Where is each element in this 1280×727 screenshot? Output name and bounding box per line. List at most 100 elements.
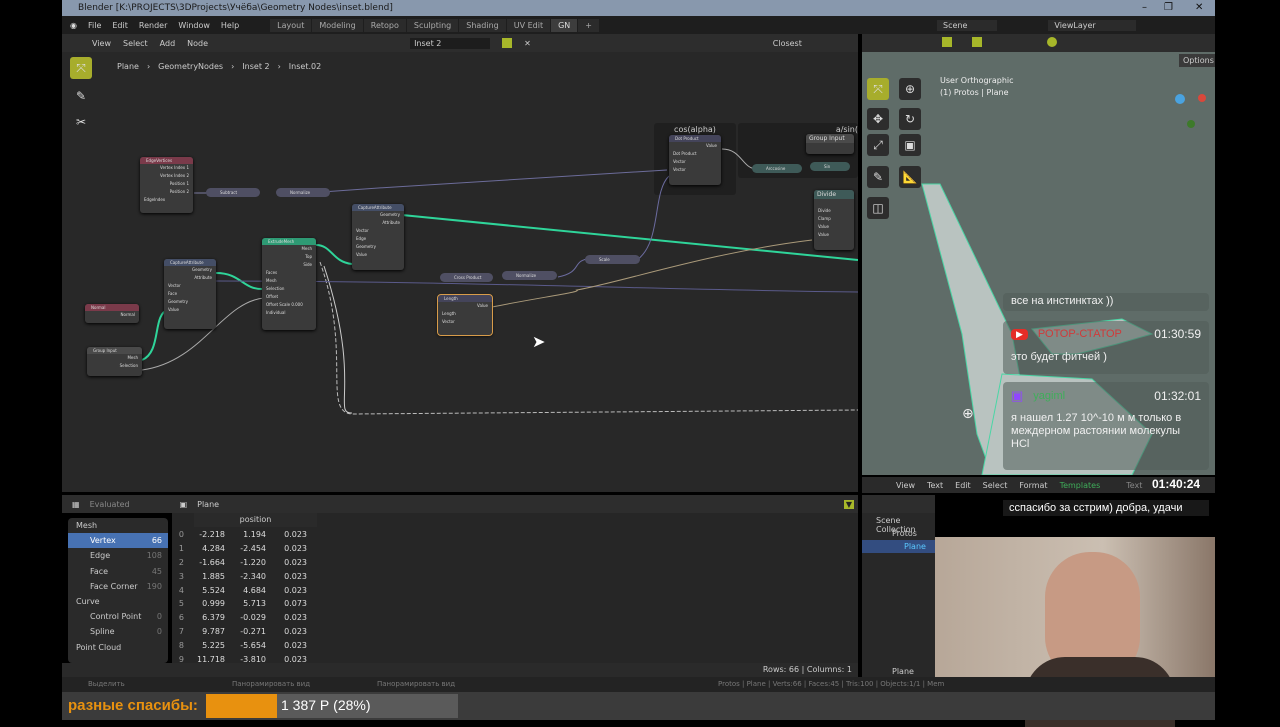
node-menu-node[interactable]: Node [187,39,208,48]
tab-sculpting[interactable]: Sculpting [406,18,460,32]
rotate-tool-icon[interactable]: ↻ [899,108,921,130]
socket-label: EdgeIndex [144,197,166,202]
dropdown[interactable]: Vector [352,227,404,235]
spreadsheet-table[interactable]: position 0 -2.218 1.194 0.023 1 4.284 -2.454 0.… [172,513,858,665]
mode-dropdown[interactable]: Faces [262,269,316,277]
node-dot-product[interactable]: Dot Product Value Dot Product Vector Vec… [669,135,721,185]
domain-point-cloud[interactable]: Point Cloud [68,640,168,655]
domain-mesh[interactable]: Mesh [68,518,168,533]
domain-face-corner[interactable]: Face Corner 190 [68,579,168,594]
annotate-tool-icon[interactable]: ✎ [867,166,889,188]
menu-render[interactable]: Render [139,21,167,30]
outliner-item-protos[interactable]: Protos [862,527,935,540]
node-subtract[interactable]: Subtract [206,188,260,197]
socket-label: Offset [266,294,279,299]
add-workspace-button[interactable]: + [578,18,600,32]
domain-vertex[interactable]: Vertex 66 [68,533,168,549]
close-button[interactable]: ✕ [1195,0,1203,16]
tab-shading[interactable]: Shading [459,18,507,32]
overlay-icon[interactable] [972,37,982,47]
dropdown[interactable]: Face [164,290,216,298]
text-menu-text[interactable]: Text [927,481,943,490]
text-menu-edit[interactable]: Edit [955,481,971,490]
node-menu-select[interactable]: Select [123,39,148,48]
dropdown[interactable]: Edge [352,235,404,243]
node-normalize-2[interactable]: Normalize [502,271,557,280]
node-divide[interactable]: Divide Divide Clamp Value Value [814,190,854,250]
node-arccosine[interactable]: Arccosine [752,164,802,173]
filter-icon[interactable]: ▼ [843,499,854,509]
tab-uv-edit[interactable]: UV Edit [506,18,552,32]
node-editor-canvas[interactable]: ⤧ ✎ ✂ Plane › GeometryNodes › Inset 2 › Ins… [62,52,858,492]
text-menu-view[interactable]: View [896,481,915,490]
operation-dropdown[interactable]: Dot Product [669,150,721,158]
node-group-input-2[interactable]: Group Input [806,134,854,154]
socket-label: Geometry [192,267,212,272]
node-tree-selector[interactable]: Inset 2 [410,37,491,49]
tab-gn[interactable]: GN [551,18,579,32]
clamp-checkbox[interactable]: Clamp [814,215,854,223]
cursor-tool-icon[interactable]: ⊕ [899,78,921,100]
node-cross-product[interactable]: Cross Product [440,273,493,282]
node-sin[interactable]: Sin [810,162,850,171]
maximize-button[interactable]: ❐ [1164,0,1173,16]
tab-retopo[interactable]: Retopo [363,18,407,32]
menu-edit[interactable]: Edit [112,21,128,30]
domain-control-point[interactable]: Control Point 0 [68,609,168,624]
text-menu-select[interactable]: Select [983,481,1008,490]
node-scale[interactable]: Scale [585,255,640,264]
node-edge-vertices[interactable]: EdgeVertices Vertex Index 1 Vertex Index… [140,157,193,213]
domain-spline[interactable]: Spline 0 [68,624,168,639]
text-menu-format[interactable]: Format [1019,481,1047,490]
editor-type-icon[interactable]: ▦ [72,500,80,509]
tab-layout[interactable]: Layout [270,18,313,32]
fake-user-shield-icon[interactable] [502,38,513,48]
operation-dropdown[interactable]: Length [438,310,492,318]
individual-checkbox[interactable]: Individual [262,309,316,317]
text-menu-templates[interactable]: Templates [1060,481,1101,490]
move-tool-icon[interactable]: ✥ [867,108,889,130]
node-menu-add[interactable]: Add [160,39,176,48]
measure-tool-icon[interactable]: 📐 [899,166,921,188]
outliner-item-plane[interactable]: Plane [862,540,935,553]
dropdown[interactable]: Vector [164,282,216,290]
node-capture-attribute-1[interactable]: CaptureAttribute Geometry Attribute Vect… [164,259,216,329]
navigation-gizmo-x[interactable] [1198,94,1206,102]
transform-orientation-icon[interactable] [942,37,952,47]
node-group-input[interactable]: Group Input Mesh Selection [87,347,142,376]
transform-tool-icon[interactable]: ▣ [899,134,921,156]
select-box-tool-icon[interactable]: ⤧ [867,78,889,100]
snap-selector[interactable]: Closest [773,39,802,48]
node-extrude-mesh[interactable]: ExtrudeMesh Mesh Top Side Faces Mesh Sel… [262,238,316,330]
scene-selector[interactable]: Scene [937,19,998,31]
evaluation-mode-dropdown[interactable]: Evaluated [90,500,170,509]
minimize-button[interactable]: – [1142,0,1147,16]
domain-edge[interactable]: Edge 108 [68,548,168,563]
operation-dropdown[interactable]: Divide [814,207,854,215]
offset-scale-field[interactable]: Offset Scale 0.000 [262,301,316,309]
domain-curve[interactable]: Curve [68,594,168,609]
navigation-gizmo-y[interactable] [1187,120,1195,128]
blender-logo-icon[interactable]: ◉ [70,21,77,30]
node-menu-view[interactable]: View [92,39,111,48]
add-cube-tool-icon[interactable]: ◫ [867,197,889,219]
menu-file[interactable]: File [88,21,101,30]
scale-tool-icon[interactable]: ⤢ [867,134,889,156]
node-normalize[interactable]: Normalize [276,188,330,197]
close-icon[interactable]: ✕ [524,39,531,48]
node-normal[interactable]: Normal Normal [85,304,139,323]
viewlayer-selector[interactable]: ViewLayer [1048,19,1136,31]
column-header-position[interactable]: position [194,513,317,527]
cell-value: 0.999 [202,599,225,609]
outliner-item-scene-collection[interactable]: Scene Collection [862,513,935,534]
domain-face[interactable]: Face 45 [68,564,168,579]
node-capture-attribute-2[interactable]: CaptureAttribute Geometry Attribute Vect… [352,204,404,270]
options-dropdown[interactable]: Options [1179,54,1215,67]
text-selector[interactable]: Text [1126,481,1142,490]
menu-window[interactable]: Window [178,21,210,30]
solid-shading-icon[interactable] [1047,37,1057,47]
tab-modeling[interactable]: Modeling [312,18,364,32]
navigation-gizmo-z[interactable] [1175,94,1185,104]
menu-help[interactable]: Help [221,21,239,30]
node-length[interactable]: Length Value Length Vector [437,294,493,336]
